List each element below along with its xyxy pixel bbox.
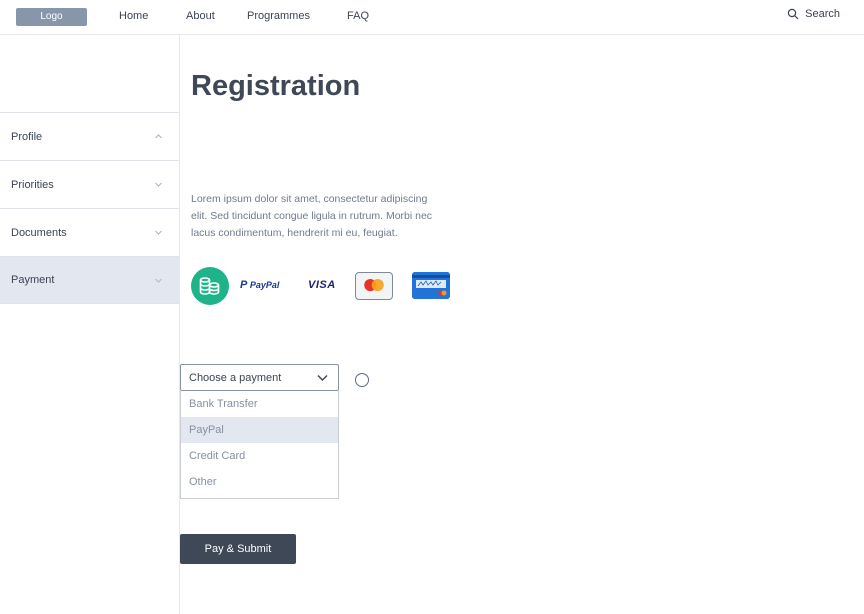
chevron-down-icon: [155, 230, 162, 235]
credit-card-icon[interactable]: [412, 272, 450, 299]
sidebar-item-profile[interactable]: Profile: [0, 112, 179, 160]
bank-transfer-coins-icon[interactable]: [191, 267, 229, 305]
radio-button[interactable]: [355, 373, 369, 387]
chevron-up-icon: [155, 134, 162, 139]
sidebar-item-payment[interactable]: Payment: [0, 256, 179, 304]
sidebar-item-label: Payment: [11, 274, 55, 286]
option-credit-card[interactable]: Credit Card: [181, 443, 338, 469]
paypal-text: PayPal: [249, 280, 280, 290]
search-button[interactable]: Search: [787, 8, 840, 20]
visa-logo[interactable]: VISA: [308, 279, 336, 291]
chevron-down-icon: [155, 182, 162, 187]
search-label: Search: [805, 8, 840, 20]
chevron-down-icon: [155, 278, 162, 283]
nav-link-about[interactable]: About: [186, 10, 215, 22]
pay-submit-button[interactable]: Pay & Submit: [180, 534, 296, 564]
sidebar-item-label: Profile: [11, 130, 43, 143]
option-other[interactable]: Other: [181, 469, 338, 495]
search-icon: [787, 8, 799, 20]
sidebar: Profile Priorities Documents Payment: [0, 35, 180, 614]
sidebar-item-documents[interactable]: Documents: [0, 208, 179, 256]
nav-link-programmes[interactable]: Programmes: [247, 10, 310, 22]
top-navigation-bar: Logo Home About Programmes FAQ Search: [0, 0, 864, 35]
chevron-down-icon: [317, 375, 328, 381]
paypal-logo[interactable]: P PayPal: [240, 279, 279, 291]
nav-link-faq[interactable]: FAQ: [347, 10, 369, 22]
option-paypal[interactable]: PayPal: [181, 417, 338, 443]
option-bank-transfer[interactable]: Bank Transfer: [181, 391, 338, 417]
sidebar-item-priorities[interactable]: Priorities: [0, 160, 179, 208]
sidebar-item-label: Priorities: [11, 178, 54, 191]
payment-select-placeholder: Choose a payment: [189, 372, 282, 384]
sidebar-item-label: Documents: [11, 226, 67, 239]
payment-select[interactable]: Choose a payment: [180, 364, 339, 391]
mastercard-logo[interactable]: [355, 272, 393, 300]
logo[interactable]: Logo: [16, 8, 87, 26]
description-text: Lorem ipsum dolor sit amet, consectetur …: [191, 193, 433, 239]
nav-link-home[interactable]: Home: [119, 10, 148, 22]
page-title: Registration: [191, 70, 361, 102]
payment-options-list: Bank Transfer PayPal Credit Card Other: [180, 391, 339, 499]
